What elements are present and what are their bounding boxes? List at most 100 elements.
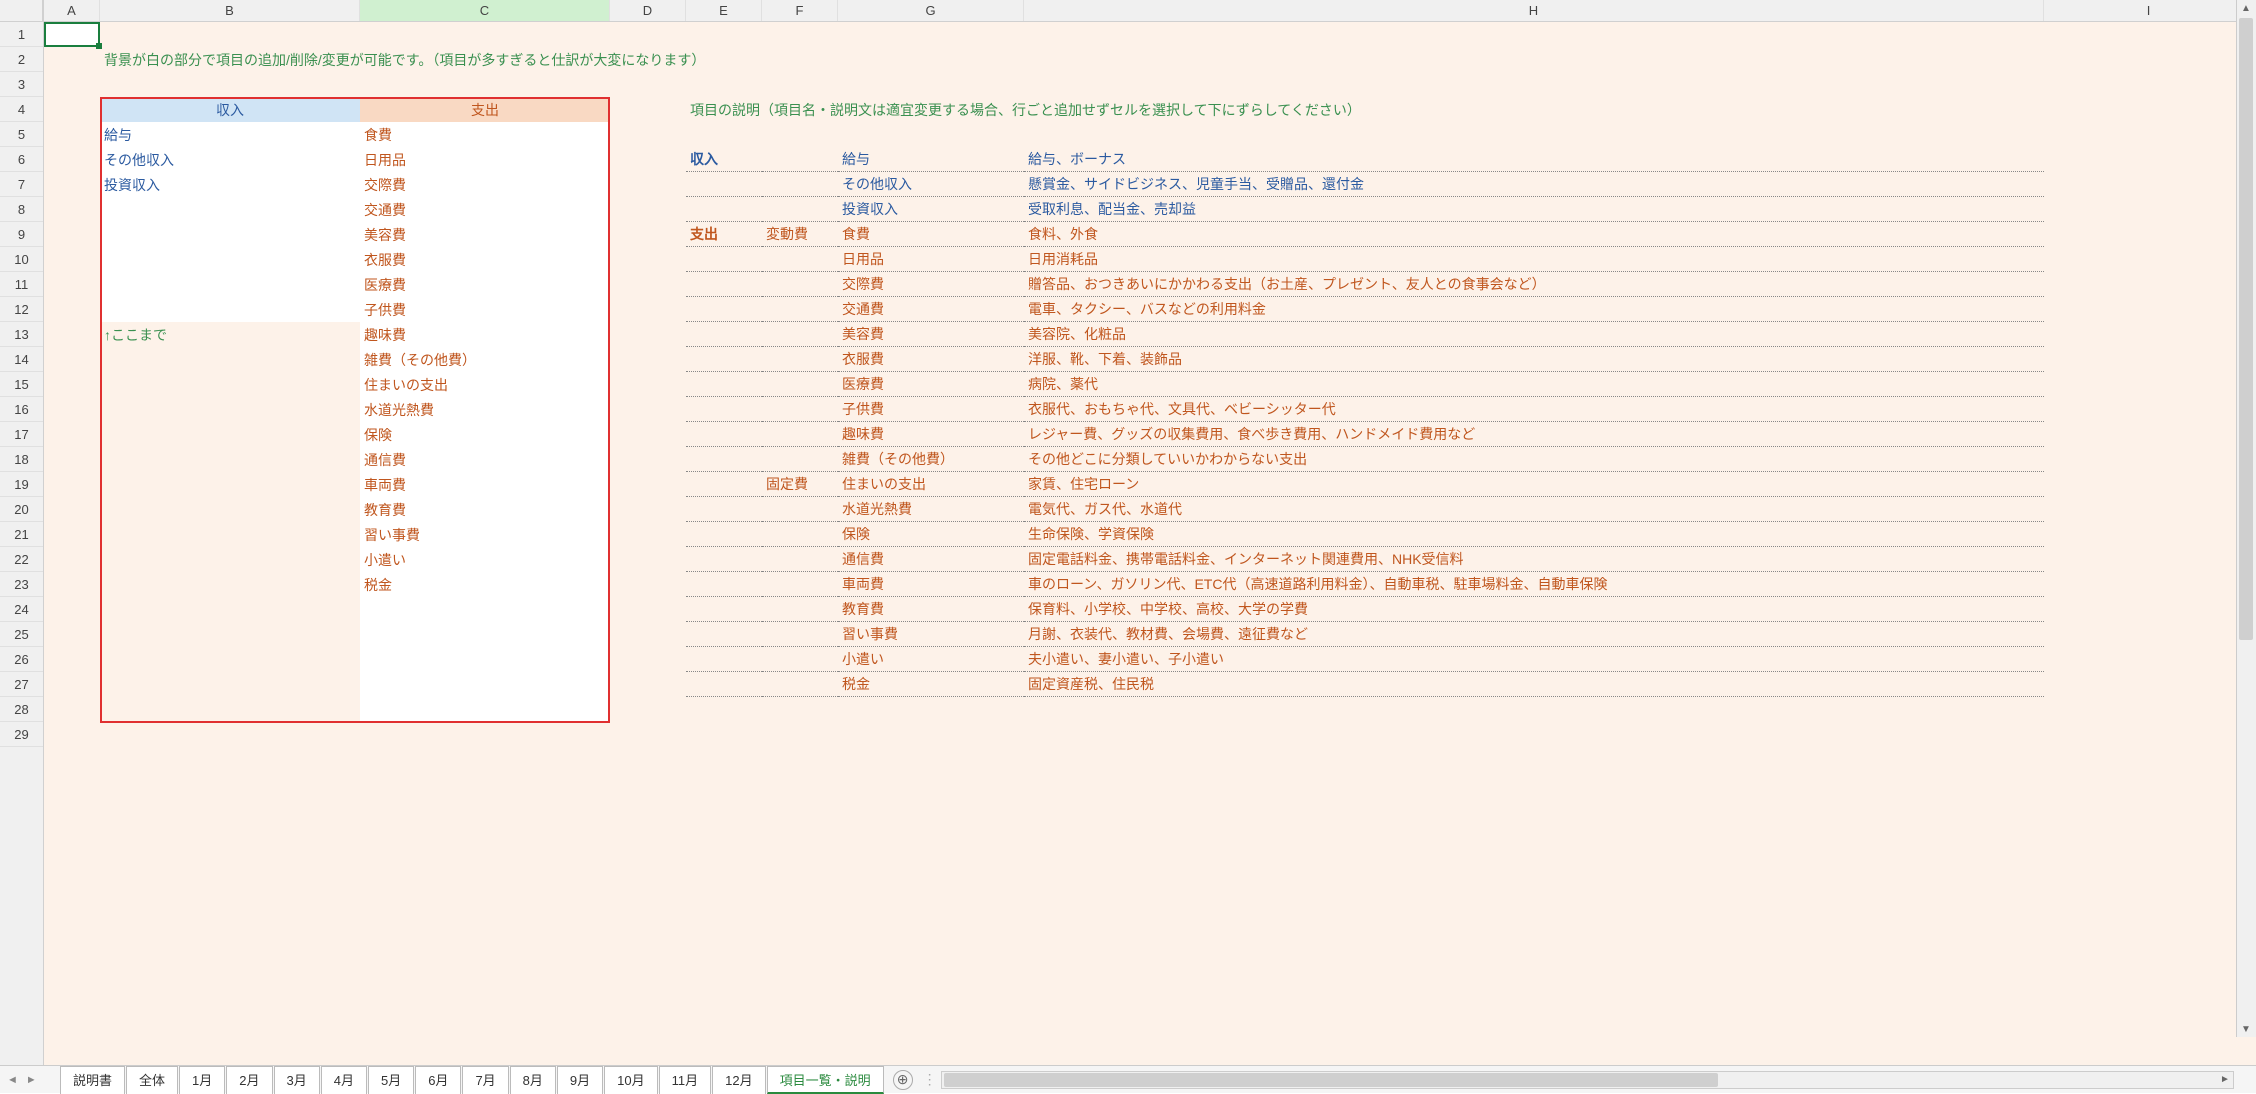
row-header-26[interactable]: 26 xyxy=(0,647,43,672)
tab-nav-buttons[interactable]: ◄ ► xyxy=(4,1074,40,1086)
row-header-8[interactable]: 8 xyxy=(0,197,43,222)
row-header-5[interactable]: 5 xyxy=(0,122,43,147)
column-header-C[interactable]: C xyxy=(360,0,610,21)
expl-var-name-1[interactable]: 日用品 xyxy=(838,247,1024,272)
expl-fix-desc-6[interactable]: 月謝、衣装代、教材費、会場費、遠征費など xyxy=(1024,622,2044,647)
expense-item-4[interactable]: 美容費 xyxy=(360,222,610,247)
vertical-scroll-thumb[interactable] xyxy=(2239,18,2253,640)
select-all-corner[interactable] xyxy=(0,0,43,22)
expense-header[interactable]: 支出 xyxy=(360,97,610,122)
expense-item-16[interactable]: 習い事費 xyxy=(360,522,610,547)
row-header-16[interactable]: 16 xyxy=(0,397,43,422)
expl-var-desc-4[interactable]: 美容院、化粧品 xyxy=(1024,322,2044,347)
expl-income-label[interactable] xyxy=(686,172,762,197)
expl-fixed-label[interactable] xyxy=(762,547,838,572)
expl-fix-desc-3[interactable]: 固定電話料金、携帯電話料金、インターネット関連費用、NHK受信料 xyxy=(1024,547,2044,572)
expl-variable-label[interactable]: 変動費 xyxy=(762,222,838,247)
column-header-F[interactable]: F xyxy=(762,0,838,21)
expl-fix-name-5[interactable]: 教育費 xyxy=(838,597,1024,622)
expl-fix-desc-7[interactable]: 夫小遣い、妻小遣い、子小遣い xyxy=(1024,647,2044,672)
sheet-tab-12月[interactable]: 12月 xyxy=(712,1066,765,1094)
expl-fix-desc-4[interactable]: 車のローン、ガソリン代、ETC代（高速道路利用料金）、自動車税、駐車場料金、自動… xyxy=(1024,572,2044,597)
expl-fix-name-6[interactable]: 習い事費 xyxy=(838,622,1024,647)
column-header-G[interactable]: G xyxy=(838,0,1024,21)
expense-item-8[interactable]: 趣味費 xyxy=(360,322,610,347)
expl-var-name-9[interactable]: 雑費（その他費） xyxy=(838,447,1024,472)
row-header-23[interactable]: 23 xyxy=(0,572,43,597)
income-item-0[interactable]: 給与 xyxy=(100,122,360,147)
expl-expense-label[interactable] xyxy=(686,422,762,447)
expl-expense-label[interactable]: 支出 xyxy=(686,222,762,247)
sheet-tab-説明書[interactable]: 説明書 xyxy=(60,1066,125,1094)
expense-item-17[interactable]: 小遣い xyxy=(360,547,610,572)
expense-item-7[interactable]: 子供費 xyxy=(360,297,610,322)
income-header[interactable]: 収入 xyxy=(100,97,360,122)
expl-fix-name-4[interactable]: 車両費 xyxy=(838,572,1024,597)
expense-item-12[interactable]: 保険 xyxy=(360,422,610,447)
row-header-14[interactable]: 14 xyxy=(0,347,43,372)
expl-var-name-6[interactable]: 医療費 xyxy=(838,372,1024,397)
horizontal-scrollbar[interactable]: ◄ ► xyxy=(941,1071,2234,1089)
expl-var-desc-1[interactable]: 日用消耗品 xyxy=(1024,247,2044,272)
sheet-tab-4月[interactable]: 4月 xyxy=(321,1066,367,1094)
sheet-tab-10月[interactable]: 10月 xyxy=(604,1066,657,1094)
expense-item-14[interactable]: 車両費 xyxy=(360,472,610,497)
sheet-tab-8月[interactable]: 8月 xyxy=(510,1066,556,1094)
expl-income-desc-2[interactable]: 受取利息、配当金、売却益 xyxy=(1024,197,2044,222)
expl-variable-label[interactable] xyxy=(762,322,838,347)
expl-income-name-0[interactable]: 給与 xyxy=(838,147,1024,172)
row-header-4[interactable]: 4 xyxy=(0,97,43,122)
column-header-A[interactable]: A xyxy=(44,0,100,21)
sheet-tab-1月[interactable]: 1月 xyxy=(179,1066,225,1094)
income-item-8[interactable]: ↑ここまで xyxy=(100,322,360,347)
expl-variable-label[interactable] xyxy=(762,447,838,472)
explanation-title[interactable]: 項目の説明（項目名・説明文は適宜変更する場合、行ごと追加せずセルを選択して下にず… xyxy=(686,97,2044,122)
sheet-tab-11月[interactable]: 11月 xyxy=(659,1066,712,1094)
expl-fix-name-2[interactable]: 保険 xyxy=(838,522,1024,547)
expl-income-label[interactable] xyxy=(686,197,762,222)
sheet-tab-2月[interactable]: 2月 xyxy=(226,1066,272,1094)
expense-item-13[interactable]: 通信費 xyxy=(360,447,610,472)
expl-variable-label[interactable] xyxy=(762,297,838,322)
expl-fix-desc-0[interactable]: 家賃、住宅ローン xyxy=(1024,472,2044,497)
expl-var-desc-7[interactable]: 衣服代、おもちゃ代、文具代、ベビーシッター代 xyxy=(1024,397,2044,422)
expl-fix-desc-5[interactable]: 保育料、小学校、中学校、高校、大学の学費 xyxy=(1024,597,2044,622)
expense-item-10[interactable]: 住まいの支出 xyxy=(360,372,610,397)
horizontal-scroll-thumb[interactable] xyxy=(944,1073,1719,1087)
expl-var-name-5[interactable]: 衣服費 xyxy=(838,347,1024,372)
expense-item-15[interactable]: 教育費 xyxy=(360,497,610,522)
scroll-up-arrow[interactable]: ▲ xyxy=(2237,0,2255,16)
expl-expense-label[interactable] xyxy=(686,447,762,472)
sheet-tab-項目一覧・説明[interactable]: 項目一覧・説明 xyxy=(767,1066,884,1094)
expl-income-label[interactable]: 収入 xyxy=(686,147,762,172)
expense-item-5[interactable]: 衣服費 xyxy=(360,247,610,272)
row-header-18[interactable]: 18 xyxy=(0,447,43,472)
row-header-11[interactable]: 11 xyxy=(0,272,43,297)
expl-fix-desc-2[interactable]: 生命保険、学資保険 xyxy=(1024,522,2044,547)
row-header-1[interactable]: 1 xyxy=(0,22,43,47)
expl-income-name-1[interactable]: その他収入 xyxy=(838,172,1024,197)
expl-var-name-2[interactable]: 交際費 xyxy=(838,272,1024,297)
scroll-down-arrow[interactable]: ▼ xyxy=(2237,1021,2255,1037)
row-header-22[interactable]: 22 xyxy=(0,547,43,572)
expl-fixed-label[interactable] xyxy=(762,497,838,522)
column-header-D[interactable]: D xyxy=(610,0,686,21)
income-item-2[interactable]: 投資収入 xyxy=(100,172,360,197)
scroll-right-arrow[interactable]: ► xyxy=(2217,1072,2233,1088)
row-header-13[interactable]: 13 xyxy=(0,322,43,347)
expl-var-name-0[interactable]: 食費 xyxy=(838,222,1024,247)
expl-variable-label[interactable] xyxy=(762,247,838,272)
expl-var-name-7[interactable]: 子供費 xyxy=(838,397,1024,422)
sheet-tab-全体[interactable]: 全体 xyxy=(126,1066,178,1094)
expl-income-desc-1[interactable]: 懸賞金、サイドビジネス、児童手当、受贈品、還付金 xyxy=(1024,172,2044,197)
expl-var-desc-6[interactable]: 病院、薬代 xyxy=(1024,372,2044,397)
expl-fixed-label[interactable] xyxy=(762,647,838,672)
expense-item-18[interactable]: 税金 xyxy=(360,572,610,597)
row-header-19[interactable]: 19 xyxy=(0,472,43,497)
expl-var-desc-8[interactable]: レジャー費、グッズの収集費用、食べ歩き費用、ハンドメイド費用など xyxy=(1024,422,2044,447)
expl-variable-label[interactable] xyxy=(762,272,838,297)
expl-fix-name-7[interactable]: 小遣い xyxy=(838,647,1024,672)
expl-fix-name-0[interactable]: 住まいの支出 xyxy=(838,472,1024,497)
expense-item-11[interactable]: 水道光熱費 xyxy=(360,397,610,422)
expl-var-desc-0[interactable]: 食料、外食 xyxy=(1024,222,2044,247)
